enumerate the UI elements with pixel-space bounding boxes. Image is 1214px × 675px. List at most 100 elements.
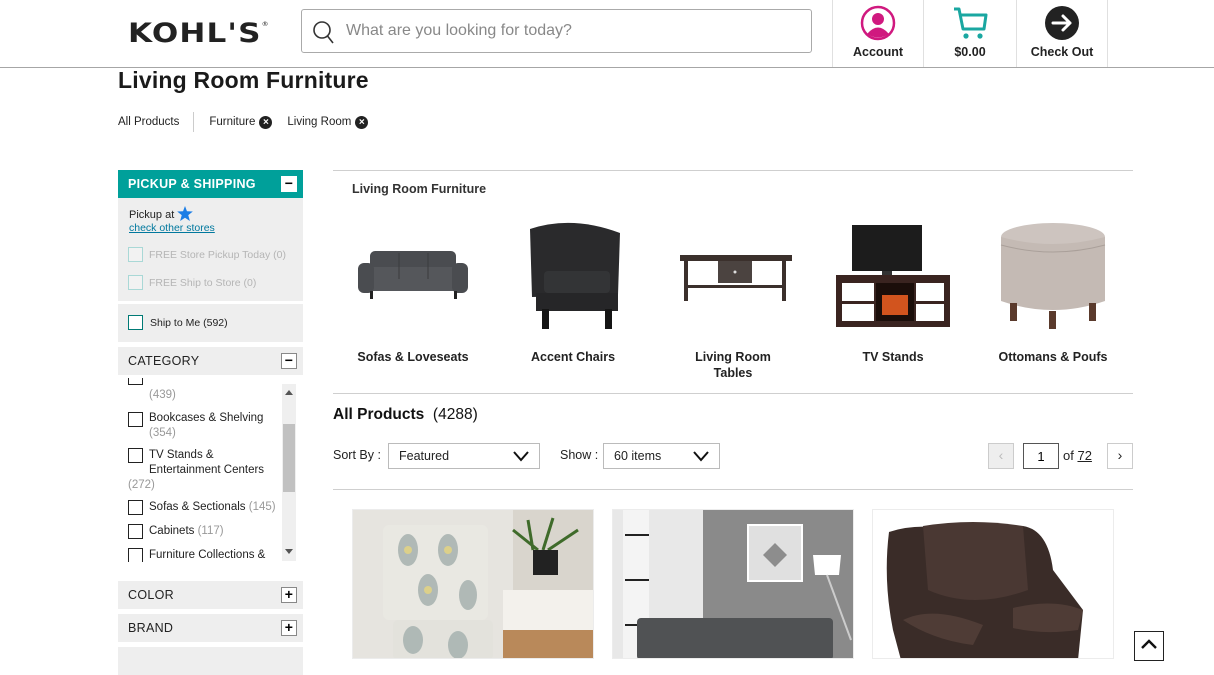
- chevron-up-icon: [1141, 639, 1157, 649]
- accent-chair-image: [530, 222, 620, 329]
- search-input[interactable]: [346, 18, 796, 44]
- account-button[interactable]: Account: [832, 0, 923, 67]
- remove-filter-icon[interactable]: ×: [355, 115, 369, 129]
- remove-filter-icon[interactable]: ×: [259, 115, 273, 129]
- checkout-label: Check Out: [1030, 45, 1094, 59]
- subcategory-label: Living Room Tables: [653, 349, 813, 381]
- subcategory-tv-stands[interactable]: TV Stands: [813, 215, 973, 364]
- subcategory-label: TV Stands: [862, 350, 924, 364]
- product-card[interactable]: [352, 509, 594, 659]
- subcategory-ottomans[interactable]: Ottomans & Poufs: [973, 215, 1133, 364]
- collapse-icon[interactable]: −: [281, 176, 297, 192]
- subcategory-living-room-tables[interactable]: Living Room Tables: [653, 215, 813, 380]
- subcategory-heading: Living Room Furniture: [352, 182, 487, 196]
- arrow-right-circle-icon: [1045, 6, 1079, 40]
- chevron-down-icon: [693, 451, 709, 462]
- category-item-bookcases[interactable]: Bookcases & Shelving: [149, 412, 263, 424]
- page-number-input[interactable]: [1023, 443, 1059, 469]
- ship-to-me-checkbox[interactable]: [128, 315, 143, 330]
- chip-label: Furniture: [209, 116, 256, 128]
- back-to-top-button[interactable]: [1134, 631, 1164, 661]
- page-total: of 72: [1063, 448, 1092, 463]
- scroll-down-arrow-icon[interactable]: [285, 549, 293, 554]
- search-icon[interactable]: [312, 20, 336, 44]
- section-title: COLOR: [128, 588, 174, 602]
- free-store-pickup-checkbox[interactable]: [128, 247, 143, 262]
- sofa-image: [358, 251, 468, 299]
- collapse-icon[interactable]: −: [281, 353, 297, 369]
- pickup-panel: Pickup at check other stores FREE Store …: [118, 198, 303, 301]
- tv-stand-image: [836, 225, 950, 327]
- product-card[interactable]: [872, 509, 1114, 659]
- divider: [333, 393, 1133, 394]
- divider: [333, 489, 1133, 490]
- chevron-down-icon: [513, 451, 529, 462]
- expand-icon[interactable]: +: [281, 620, 297, 636]
- category-checkbox-collections[interactable]: [128, 548, 143, 562]
- ottoman-image: [1000, 223, 1106, 329]
- category-item-sofas[interactable]: Sofas & Sectionals (145): [149, 501, 276, 513]
- pickup-at-text: Pickup at: [129, 209, 175, 221]
- subcategory-accent-chairs[interactable]: Accent Chairs: [493, 215, 653, 364]
- all-products-heading: All Products (4288): [333, 406, 478, 424]
- category-label: Furniture Collections &: [149, 549, 266, 561]
- color-header[interactable]: COLOR +: [118, 581, 303, 609]
- category-scrollbar[interactable]: [282, 384, 296, 561]
- cart-button[interactable]: $0.00: [923, 0, 1016, 67]
- category-item-tv-stands[interactable]: TV Stands &: [149, 449, 214, 461]
- sort-by-value: Featured: [399, 449, 450, 463]
- shopping-cart-icon: [954, 7, 988, 39]
- scrollbar-thumb[interactable]: [283, 424, 295, 492]
- label-line2: Tables: [713, 366, 753, 380]
- star-icon: [177, 206, 194, 221]
- ship-to-me-panel: Ship to Me (592): [118, 304, 303, 342]
- subcategory-label: Sofas & Loveseats: [357, 350, 469, 364]
- show-label: Show :: [560, 448, 599, 462]
- sort-by-select[interactable]: Featured: [388, 443, 540, 469]
- subcategory-sofas[interactable]: Sofas & Loveseats: [333, 215, 493, 364]
- category-item-collections[interactable]: Furniture Collections &: [149, 549, 265, 561]
- category-checkbox[interactable]: [128, 378, 143, 385]
- category-checkbox-cabinets[interactable]: [128, 524, 143, 539]
- pickup-shipping-header[interactable]: PICKUP & SHIPPING −: [118, 170, 303, 198]
- prev-page-button[interactable]: ‹: [988, 443, 1014, 469]
- breadcrumb-all-products[interactable]: All Products: [118, 112, 195, 132]
- search-box[interactable]: [301, 9, 812, 53]
- gray-tufted-sofa-photo: [613, 510, 853, 658]
- category-header[interactable]: CATEGORY −: [118, 347, 303, 375]
- cart-total: $0.00: [954, 45, 986, 59]
- product-card[interactable]: [612, 509, 854, 659]
- all-products-count: (4288): [432, 406, 478, 423]
- category-item-cabinets[interactable]: Cabinets (117): [149, 525, 224, 537]
- free-ship-to-store-label: FREE Ship to Store (0): [149, 277, 257, 289]
- category-checkbox-tv-stands[interactable]: [128, 448, 143, 463]
- scroll-up-arrow-icon[interactable]: [285, 390, 293, 395]
- category-count: (117): [197, 525, 224, 537]
- checkout-button[interactable]: Check Out: [1016, 0, 1108, 67]
- category-label: Cabinets: [149, 525, 195, 537]
- free-ship-to-store-checkbox[interactable]: [128, 275, 143, 290]
- category-checkbox-sofas[interactable]: [128, 500, 143, 515]
- last-page-link[interactable]: 72: [1077, 448, 1091, 463]
- registered-mark: ®: [261, 21, 270, 28]
- coffee-table-image: [680, 255, 792, 301]
- next-page-button[interactable]: ›: [1107, 443, 1133, 469]
- brand-header[interactable]: BRAND +: [118, 614, 303, 642]
- filter-chip-furniture[interactable]: Furniture ×: [209, 115, 273, 129]
- next-filter-header[interactable]: [118, 647, 303, 675]
- check-other-stores-link[interactable]: check other stores: [129, 222, 215, 234]
- kohls-logo[interactable]: KOHL'S®: [128, 18, 270, 49]
- pickup-at-label: Pickup at: [129, 206, 194, 221]
- page-title: Living Room Furniture: [118, 67, 369, 93]
- items-per-page-value: 60 items: [614, 449, 662, 463]
- divider: [333, 170, 1133, 171]
- items-per-page-select[interactable]: 60 items: [603, 443, 720, 469]
- expand-icon[interactable]: +: [281, 587, 297, 603]
- category-label: TV Stands &: [149, 449, 214, 461]
- category-count: (354): [149, 427, 176, 439]
- category-label: Sofas & Sectionals: [149, 501, 246, 513]
- section-title: PICKUP & SHIPPING: [128, 177, 256, 191]
- all-products-label: All Products: [333, 406, 425, 423]
- filter-chip-living-room[interactable]: Living Room ×: [287, 115, 369, 129]
- category-checkbox-bookcases[interactable]: [128, 412, 143, 427]
